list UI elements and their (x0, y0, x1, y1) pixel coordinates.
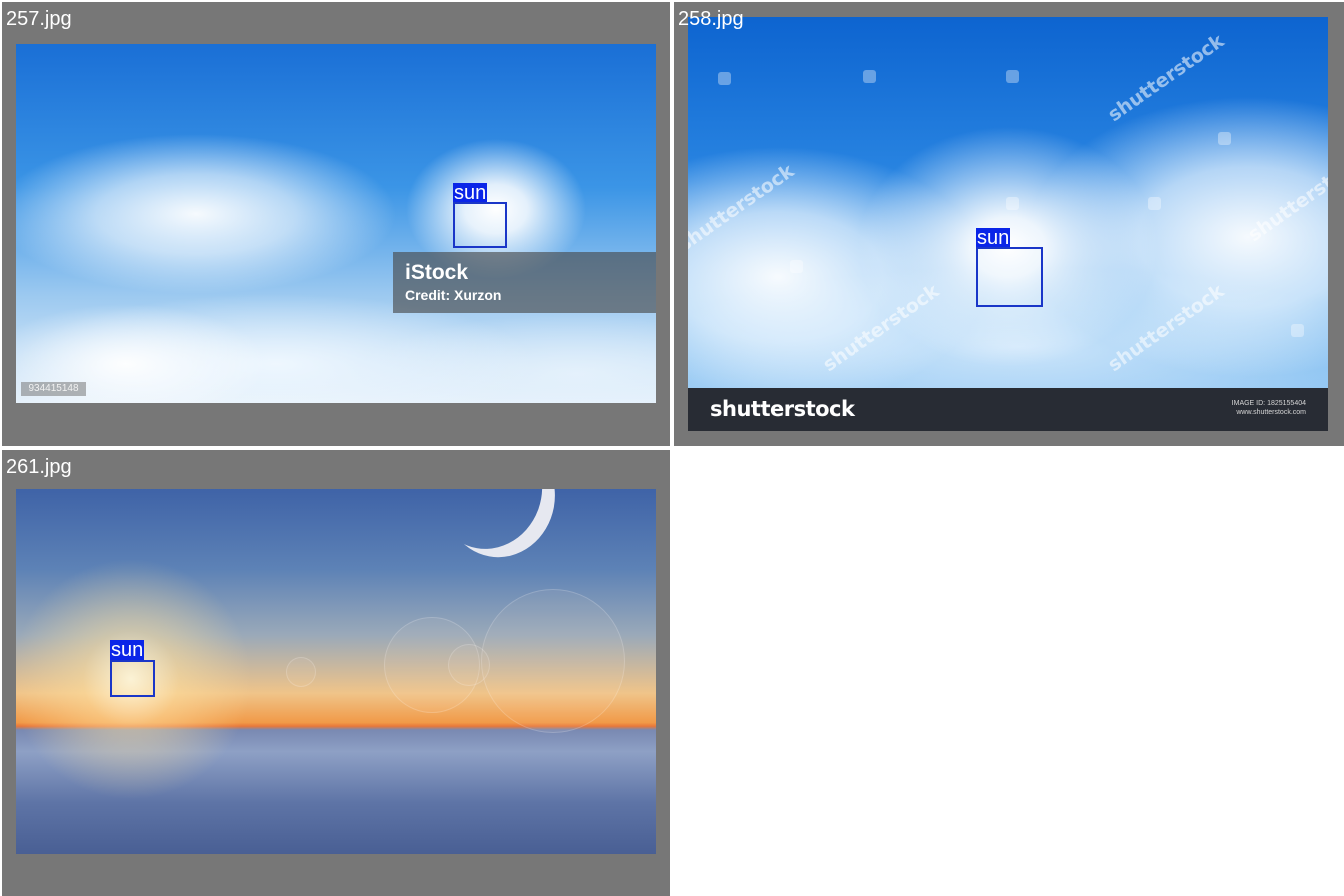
istock-brand: iStock (405, 261, 469, 284)
watermark-dot (1218, 132, 1231, 145)
detection-label: sun (453, 182, 488, 204)
crescent-moon (422, 489, 551, 558)
lens-flare (286, 657, 316, 687)
watermark-dot (718, 72, 731, 85)
lens-flare (481, 589, 625, 733)
shutterstock-watermark: shutterstock (1104, 29, 1229, 127)
image-id-text: IMAGE ID: 1825155404 www.shutterstock.co… (1232, 399, 1306, 417)
watermark-dot (1006, 70, 1019, 83)
image-tile-258: shutterstock shutterstock shutterstock s… (674, 2, 1344, 446)
image-filename: 257.jpg (6, 8, 72, 30)
image-filename: 261.jpg (6, 456, 72, 478)
site-url: www.shutterstock.com (1236, 409, 1306, 416)
istock-credit: Credit: Xurzon (405, 287, 502, 303)
shutterstock-logo: shutterstock (710, 397, 855, 421)
stock-id-tag: 934415148 (21, 382, 86, 396)
watermark-dot (790, 260, 803, 273)
detection-box (976, 247, 1043, 307)
shutterstock-watermark: shutterstock (819, 279, 944, 377)
watermark-dot (863, 70, 876, 83)
watermark-dot (1148, 197, 1161, 210)
image-tile-261: 261.jpg sun (2, 450, 670, 896)
image-id: IMAGE ID: 1825155404 (1231, 400, 1306, 407)
istock-watermark: iStock Credit: Xurzon (393, 252, 656, 313)
shutterstock-watermark: shutterstock (1244, 149, 1328, 247)
image-filename: 258.jpg (678, 8, 744, 30)
detection-box (110, 660, 155, 697)
detection-label: sun (976, 227, 1011, 249)
watermark-dot (1291, 324, 1304, 337)
shutterstock-watermark: shutterstock (688, 159, 799, 257)
lens-flare (448, 644, 490, 686)
shutterstock-footer: shutterstock IMAGE ID: 1825155404 www.sh… (688, 388, 1328, 431)
detection-box (453, 202, 507, 248)
sky-photo: iStock Credit: Xurzon 934415148 (16, 44, 656, 403)
detection-label: sun (110, 639, 145, 661)
sky-photo: shutterstock shutterstock shutterstock s… (688, 17, 1328, 431)
image-tile-257: 257.jpg iStock Credit: Xurzon 934415148 … (2, 2, 670, 446)
shutterstock-watermark: shutterstock (1104, 279, 1229, 377)
watermark-dot (1006, 197, 1019, 210)
